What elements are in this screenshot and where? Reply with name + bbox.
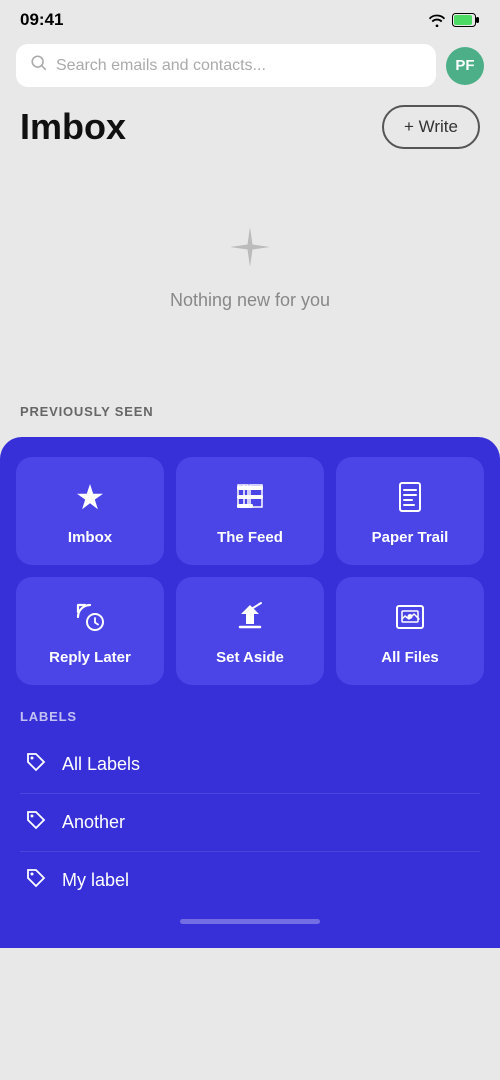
label-item-all-labels-text: All Labels <box>62 754 140 775</box>
search-bar[interactable]: Search emails and contacts... <box>16 44 436 87</box>
home-bar <box>180 919 320 924</box>
nav-item-set-aside[interactable]: Set Aside <box>176 577 324 685</box>
label-item-all-labels[interactable]: All Labels <box>20 736 480 794</box>
page-header: Imbox + Write <box>0 95 500 163</box>
nav-item-all-files[interactable]: All Files <box>336 577 484 685</box>
nav-label-all-files: All Files <box>381 649 439 666</box>
nav-label-imbox: Imbox <box>68 529 112 546</box>
status-icons <box>428 13 480 27</box>
nav-label-the-feed: The Feed <box>217 529 283 546</box>
search-icon <box>30 54 48 77</box>
status-time: 09:41 <box>20 10 63 30</box>
set-aside-icon <box>233 600 267 639</box>
avatar[interactable]: PF <box>446 47 484 85</box>
previously-seen-section: PREVIOUSLY SEEN <box>0 391 500 437</box>
search-row: Search emails and contacts... PF <box>0 36 500 95</box>
label-item-my-label-text: My label <box>62 870 129 891</box>
label-item-another[interactable]: Another <box>20 794 480 852</box>
page-title: Imbox <box>20 106 126 148</box>
star-icon <box>73 480 107 519</box>
label-tag-icon-all <box>24 750 48 779</box>
nav-grid: Imbox The Feed <box>16 457 484 685</box>
battery-icon <box>452 13 480 27</box>
sparkle-icon <box>226 223 274 276</box>
feed-icon <box>233 480 267 519</box>
label-item-another-text: Another <box>62 812 125 833</box>
labels-heading: LABELS <box>20 709 480 724</box>
nav-item-paper-trail[interactable]: Paper Trail <box>336 457 484 565</box>
search-placeholder-text: Search emails and contacts... <box>56 57 266 75</box>
empty-state: Nothing new for you <box>0 163 500 391</box>
status-bar: 09:41 <box>0 0 500 36</box>
labels-section: LABELS All Labels Another <box>16 709 484 909</box>
reply-later-icon <box>73 600 107 639</box>
nav-item-the-feed[interactable]: The Feed <box>176 457 324 565</box>
previously-seen-label: PREVIOUSLY SEEN <box>20 404 153 419</box>
paper-trail-icon <box>393 480 427 519</box>
home-indicator <box>16 909 484 928</box>
label-tag-icon-another <box>24 808 48 837</box>
all-files-icon <box>393 600 427 639</box>
nav-item-reply-later[interactable]: Reply Later <box>16 577 164 685</box>
nav-label-set-aside: Set Aside <box>216 649 284 666</box>
label-item-my-label[interactable]: My label <box>20 852 480 909</box>
nav-item-imbox[interactable]: Imbox <box>16 457 164 565</box>
nav-label-paper-trail: Paper Trail <box>372 529 449 546</box>
wifi-icon <box>428 13 446 27</box>
write-button[interactable]: + Write <box>382 105 480 149</box>
nav-label-reply-later: Reply Later <box>49 649 131 666</box>
empty-state-text: Nothing new for you <box>170 290 330 311</box>
label-tag-icon-my <box>24 866 48 895</box>
bottom-panel: Imbox The Feed <box>0 437 500 948</box>
